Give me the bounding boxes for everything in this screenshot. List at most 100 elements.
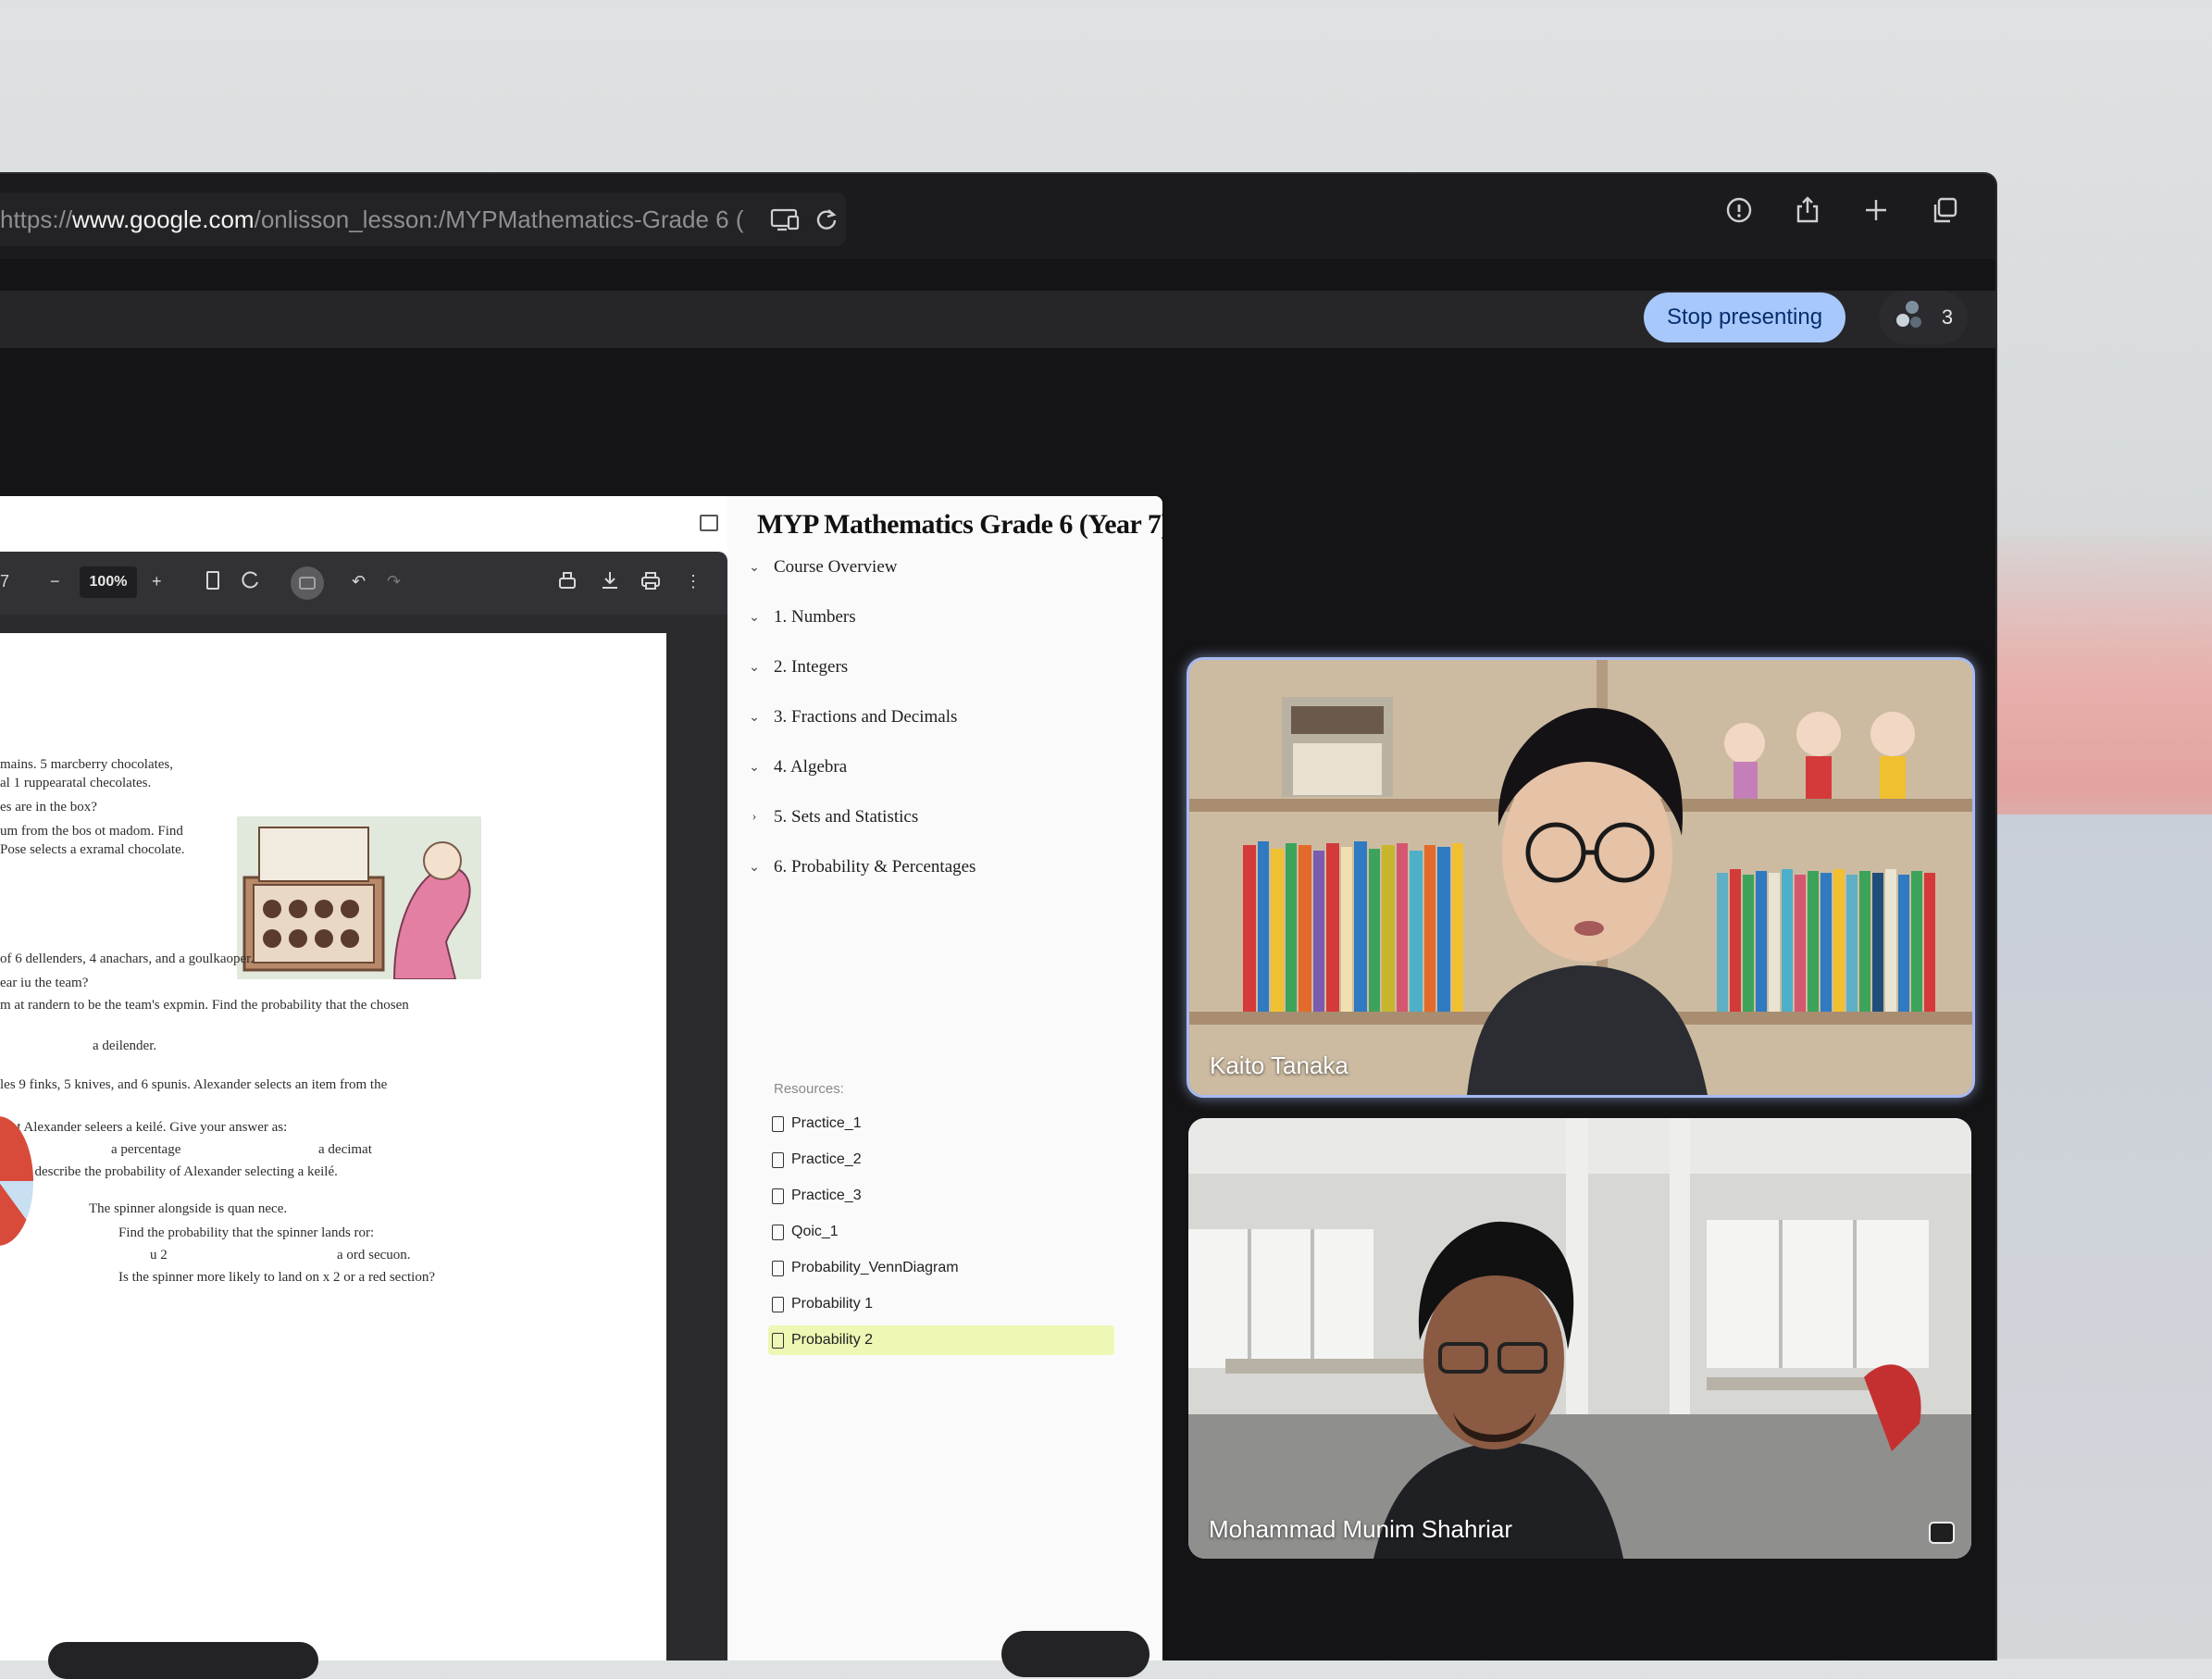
pdf-page: mains. 5 marcberry chocolates, al 1 rupp… [0, 633, 666, 1660]
download-icon[interactable] [600, 570, 620, 595]
resource-file-label: Probability 2 [791, 1332, 874, 1348]
pdf-line: ant to describe the probability of Alexa… [0, 1164, 338, 1179]
file-icon [772, 1332, 784, 1349]
tabs-icon[interactable] [1931, 196, 1958, 224]
pdf-toolbar: 7 − 100% + ↶ ↷ ⋮ [0, 552, 727, 615]
file-icon [772, 1224, 784, 1240]
shared-screen: 7 − 100% + ↶ ↷ ⋮ mains. 5 marcberry choc… [0, 496, 1162, 1660]
outline-section[interactable]: ⌄ 3. Fractions and Decimals [748, 707, 957, 728]
new-tab-icon[interactable] [1862, 196, 1890, 224]
spinner-illustration [0, 1116, 33, 1246]
resources-label: Resources: [774, 1081, 844, 1097]
highlight-icon[interactable] [557, 570, 578, 595]
outline-section[interactable]: ⌄ 1. Numbers [748, 607, 856, 628]
pdf-line: mains. 5 marcberry chocolates, [0, 757, 174, 772]
pdf-line: Pose selects a exramal chocolate. [0, 842, 185, 857]
outline-section[interactable]: ⌄ 2. Integers [748, 657, 848, 678]
chevron-down-icon: ⌄ [749, 660, 760, 675]
redo-icon[interactable]: ↷ [387, 572, 401, 591]
share-icon[interactable] [1794, 196, 1821, 224]
resource-file[interactable]: Probability 1 [772, 1289, 1114, 1319]
participant-name: Mohammad Munim Shahriar [1209, 1515, 1513, 1543]
chevron-down-icon: ⌄ [749, 560, 760, 575]
resource-file[interactable]: Practice_3 [772, 1181, 1114, 1211]
undo-icon[interactable]: ↶ [352, 572, 366, 591]
fit-page-icon[interactable] [205, 570, 220, 595]
url-prefix: https:// [0, 205, 73, 233]
page-indicator: 7 [0, 572, 10, 591]
annotate-icon[interactable] [291, 566, 324, 600]
info-icon[interactable] [1725, 196, 1753, 224]
zoom-level[interactable]: 100% [80, 566, 137, 598]
pdf-line: a percentage [111, 1142, 181, 1157]
participants-avatars-icon [1894, 298, 1927, 337]
outline-section[interactable]: ⌄ Course Overview [748, 557, 898, 578]
outline-section[interactable]: ⌄ 6. Probability & Percentages [748, 857, 976, 877]
pdf-line: es are in the box? [0, 800, 97, 815]
outline-section-label: 3. Fractions and Decimals [774, 707, 958, 727]
background-gradient-blue [1971, 815, 2212, 1659]
pdf-line: Find the probability that the spinner la… [118, 1225, 375, 1240]
participant-tile[interactable]: Mohammad Munim Shahriar [1188, 1118, 1971, 1559]
browser-window: https://www.google.com/onlisson_lesson:/… [0, 172, 1997, 1660]
address-bar-icons [770, 207, 839, 236]
course-outline: MYP Mathematics Grade 6 (Year 7) ⌄ Course… [700, 496, 1162, 1660]
resource-file[interactable]: Probability_VennDiagram [772, 1253, 1114, 1283]
url-path: /onlisson_lesson:/MYPMathematics-Grade 6… [254, 205, 744, 233]
sidebar-toggle-icon[interactable] [700, 515, 718, 531]
resource-file-active[interactable]: Probability 2 [768, 1325, 1114, 1355]
outline-section-label: 5. Sets and Statistics [774, 807, 919, 827]
outline-section-label: 2. Integers [774, 657, 849, 677]
pin-icon[interactable] [1929, 1522, 1955, 1544]
participant-tile-speaking[interactable]: Kaito Tanaka [1187, 657, 1975, 1098]
chevron-right-icon: › [752, 810, 757, 824]
resource-file-label: Qoic_1 [791, 1224, 839, 1239]
outline-section-label: 6. Probability & Percentages [774, 857, 976, 877]
resource-file-label: Practice_2 [791, 1151, 862, 1167]
resource-file-label: Practice_3 [791, 1188, 862, 1203]
resource-file[interactable]: Qoic_1 [772, 1217, 1114, 1247]
url-host: www.google.com [72, 205, 255, 233]
outline-section-label: 1. Numbers [774, 607, 856, 627]
pdf-line: m at randern to be the team's expmin. Fi… [0, 998, 409, 1013]
address-bar[interactable]: https://www.google.com/onlisson_lesson:/… [0, 193, 846, 246]
pdf-line: les 9 finks, 5 knives, and 6 spunis. Ale… [0, 1077, 388, 1092]
outline-section-label: Course Overview [774, 557, 898, 577]
file-icon [772, 1151, 784, 1168]
file-icon [772, 1260, 784, 1276]
chocolate-box-illustration [237, 816, 481, 979]
more-options-icon[interactable]: ⋮ [685, 572, 702, 591]
zoom-out-icon[interactable]: − [50, 572, 60, 591]
resource-file[interactable]: Practice_1 [772, 1109, 1114, 1138]
pdf-line: u 2 [150, 1248, 168, 1262]
file-icon [772, 1115, 784, 1132]
stop-presenting-button[interactable]: Stop presenting [1644, 292, 1845, 342]
participants-button[interactable]: 3 [1879, 291, 1968, 344]
file-icon [772, 1296, 784, 1312]
pdf-line: Is the spinner more likely to land on x … [118, 1270, 435, 1285]
cast-icon[interactable] [770, 207, 802, 236]
pdf-line: The spinner alongside is quan nece. [89, 1201, 288, 1216]
pdf-viewport[interactable]: mains. 5 marcberry chocolates, al 1 rupp… [0, 615, 727, 1660]
outline-section[interactable]: ⌄ 4. Algebra [748, 757, 847, 777]
chevron-down-icon: ⌄ [749, 610, 760, 625]
chevron-down-icon: ⌄ [749, 710, 760, 725]
pdf-line: of 6 dellenders, 4 anachars, and a goulk… [0, 951, 255, 966]
chevron-down-icon: ⌄ [749, 760, 760, 775]
pdf-line: a deilender. [93, 1038, 157, 1053]
zoom-in-icon[interactable]: + [152, 572, 162, 591]
bottom-control-pill[interactable] [48, 1642, 318, 1679]
outline-section[interactable]: › 5. Sets and Statistics [748, 807, 919, 827]
pdf-line: al 1 ruppearatal checolates. [0, 776, 152, 790]
page-nav-pill[interactable] [1001, 1631, 1149, 1677]
reload-icon[interactable] [814, 207, 839, 236]
pdf-line: ear iu the team? [0, 976, 89, 990]
browser-toolbar: https://www.google.com/onlisson_lesson:/… [0, 174, 1995, 259]
pdf-line: that Alexander seleers a keilé. Give you… [0, 1120, 288, 1135]
file-icon [772, 1188, 784, 1204]
pdf-line: um from the bos ot madom. Find [0, 824, 183, 839]
print-icon[interactable] [640, 570, 661, 595]
rotate-icon[interactable] [241, 570, 261, 595]
resource-file[interactable]: Practice_2 [772, 1145, 1114, 1175]
resource-file-label: Practice_1 [791, 1115, 862, 1131]
